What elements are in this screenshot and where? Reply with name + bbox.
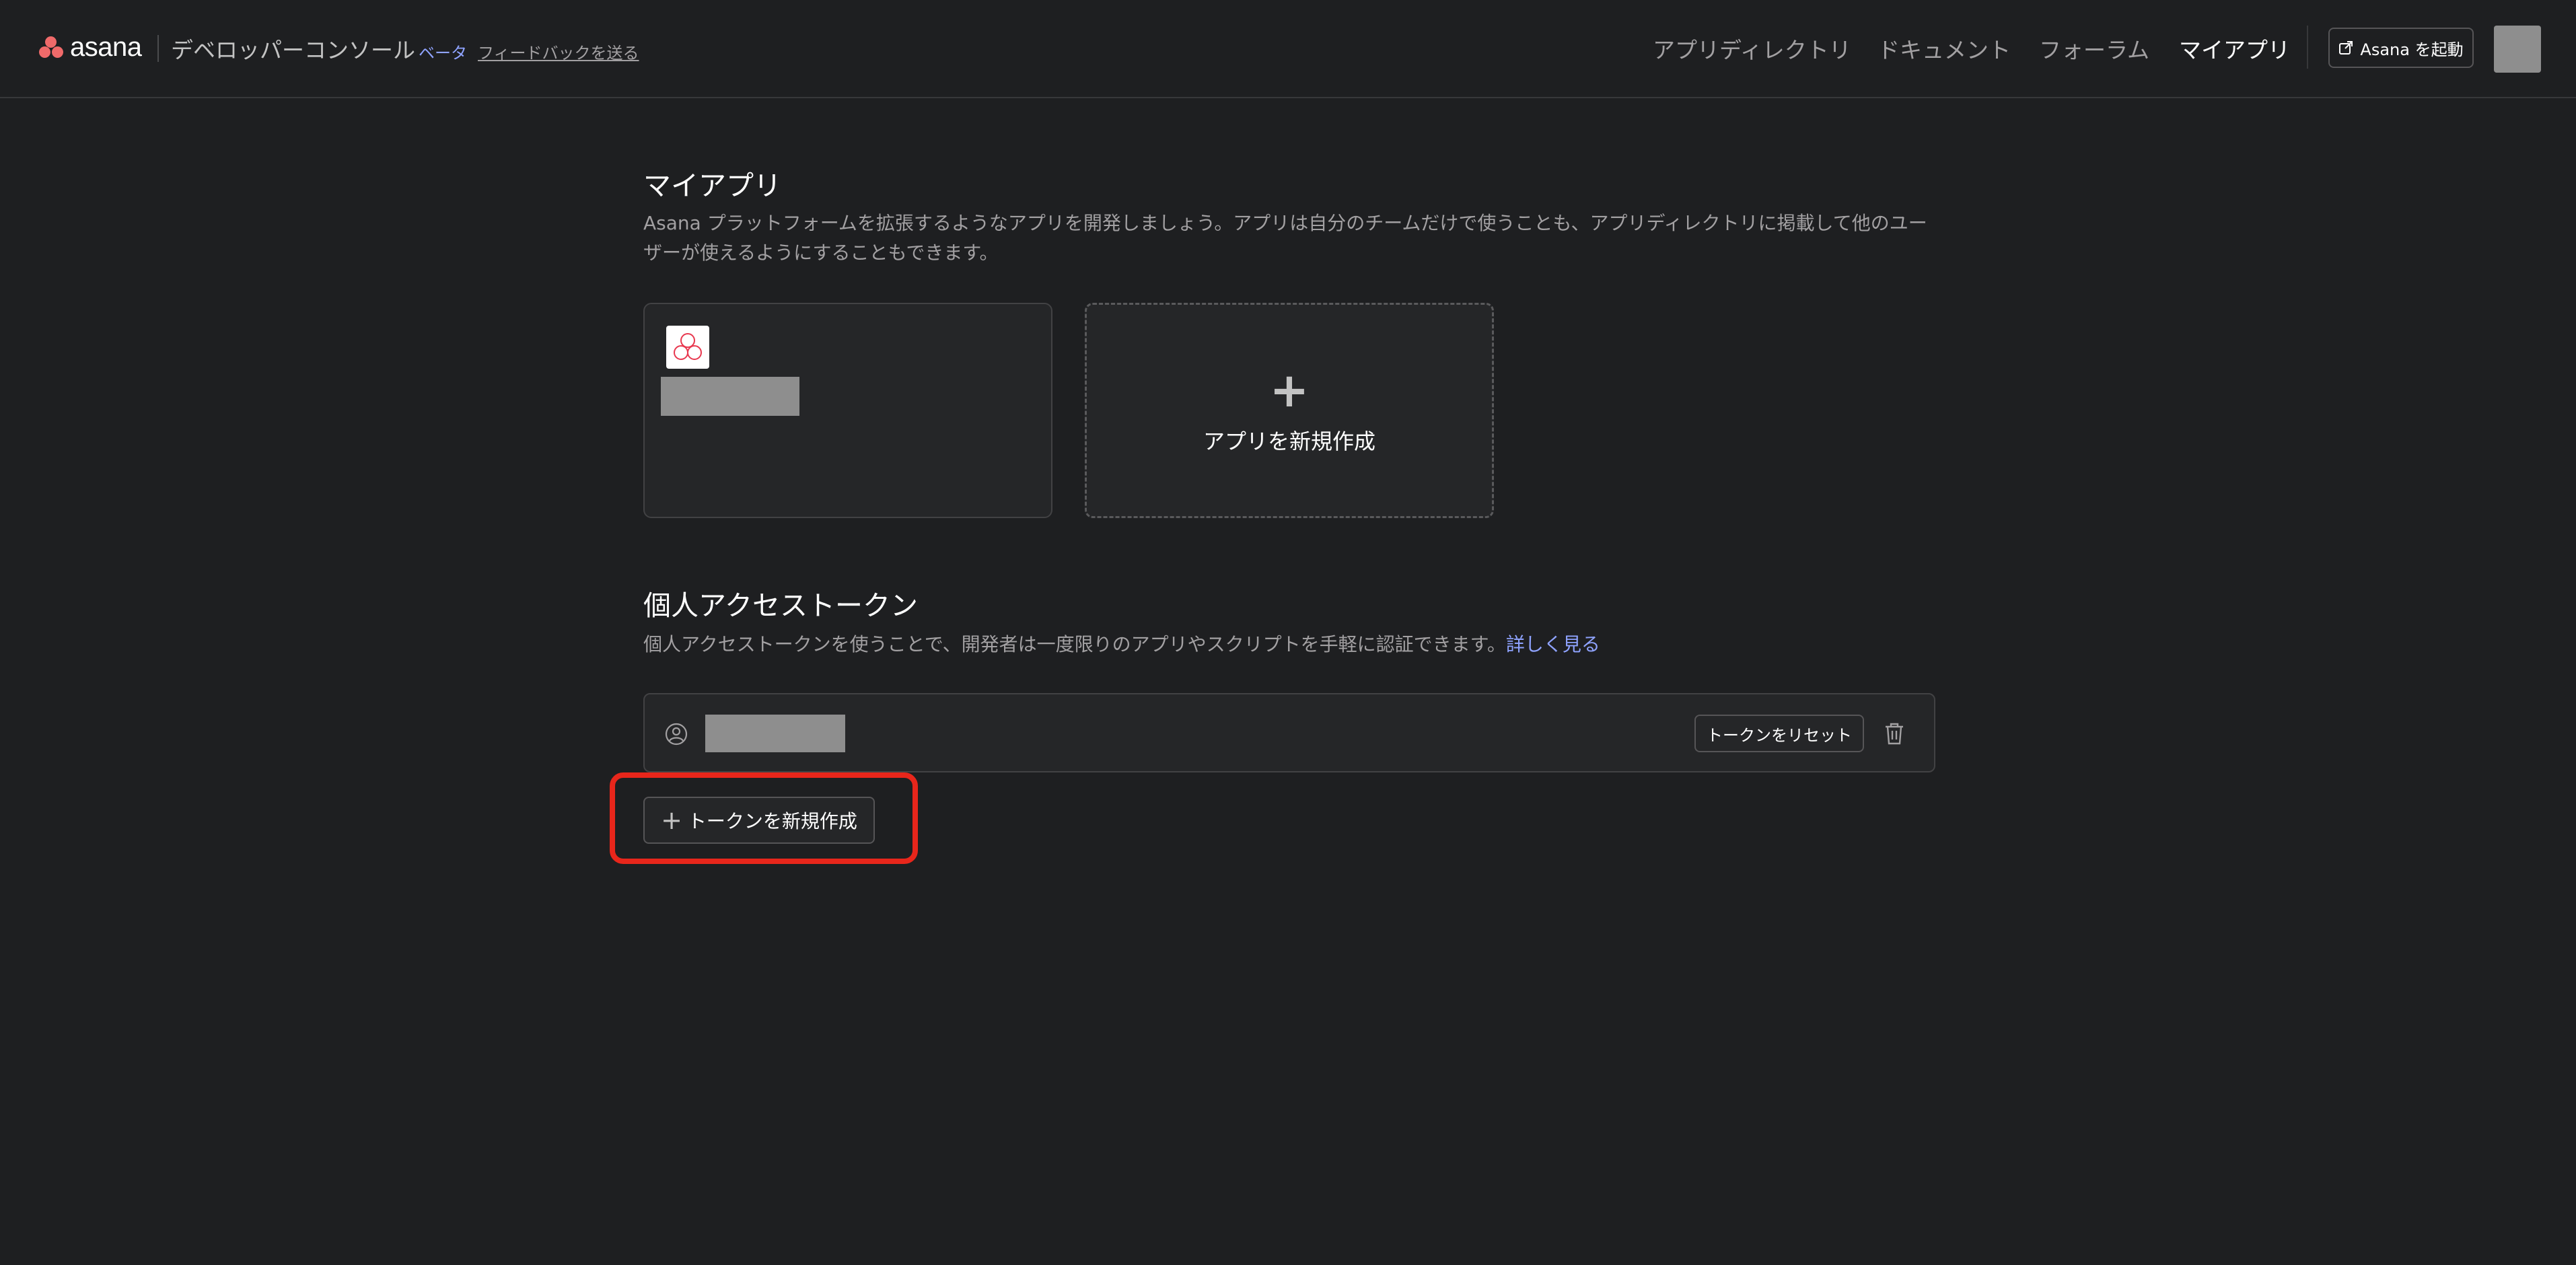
my-apps-title: マイアプリ (643, 170, 781, 202)
header-divider (157, 35, 159, 62)
token-name-redacted (705, 715, 845, 752)
plus-icon: + (1269, 363, 1310, 418)
launch-asana-label: Asana を起動 (2360, 40, 2464, 59)
beta-badge: ベータ (419, 44, 467, 63)
plus-icon: + (661, 805, 682, 835)
create-new-token-label: トークンを新規作成 (687, 810, 857, 832)
top-header: asana デベロッパーコンソール ベータ フィードバックを送る アプリディレク… (0, 0, 2576, 98)
app-icon (666, 326, 709, 369)
logo-wordmark: asana (70, 32, 142, 62)
nav-app-directory[interactable]: アプリディレクトリ (1653, 32, 1851, 65)
create-new-app-label: アプリを新規作成 (1203, 429, 1375, 454)
app-name-redacted (661, 377, 799, 416)
tokens-title: 個人アクセストークン (643, 589, 918, 622)
asana-logo[interactable]: asana (39, 32, 142, 62)
avatar[interactable] (2494, 26, 2541, 73)
trash-icon[interactable] (1883, 721, 1906, 746)
nav-my-apps[interactable]: マイアプリ (2179, 32, 2290, 65)
create-new-app-card[interactable]: + アプリを新規作成 (1085, 303, 1494, 518)
nav-documents[interactable]: ドキュメント (1877, 32, 2011, 65)
learn-more-link[interactable]: 詳しく見る (1506, 633, 1600, 655)
console-title: デベロッパーコンソール (171, 37, 415, 63)
nav-forum[interactable]: フォーラム (2039, 32, 2149, 65)
reset-token-button[interactable]: トークンをリセット (1694, 715, 1864, 752)
user-circle-icon (665, 723, 688, 746)
app-card[interactable] (643, 303, 1052, 518)
asana-logo-icon (39, 36, 63, 58)
launch-asana-button[interactable]: Asana を起動 (2328, 28, 2474, 68)
create-new-token-button[interactable]: + トークンを新規作成 (643, 797, 875, 844)
feedback-link[interactable]: フィードバックを送る (478, 40, 639, 63)
external-link-icon (2339, 41, 2353, 55)
my-apps-description: Asana プラットフォームを拡張するようなアプリを開発しましょう。アプリは自分… (643, 212, 1927, 264)
app-logo-icon (674, 333, 702, 360)
tokens-description: 個人アクセストークンを使うことで、開発者は一度限りのアプリやスクリプトを手軽に認… (643, 630, 1600, 659)
nav-divider (2307, 26, 2308, 69)
tokens-description-text: 個人アクセストークンを使うことで、開発者は一度限りのアプリやスクリプトを手軽に認… (643, 633, 1506, 655)
token-row: トークンをリセット (643, 693, 1935, 772)
